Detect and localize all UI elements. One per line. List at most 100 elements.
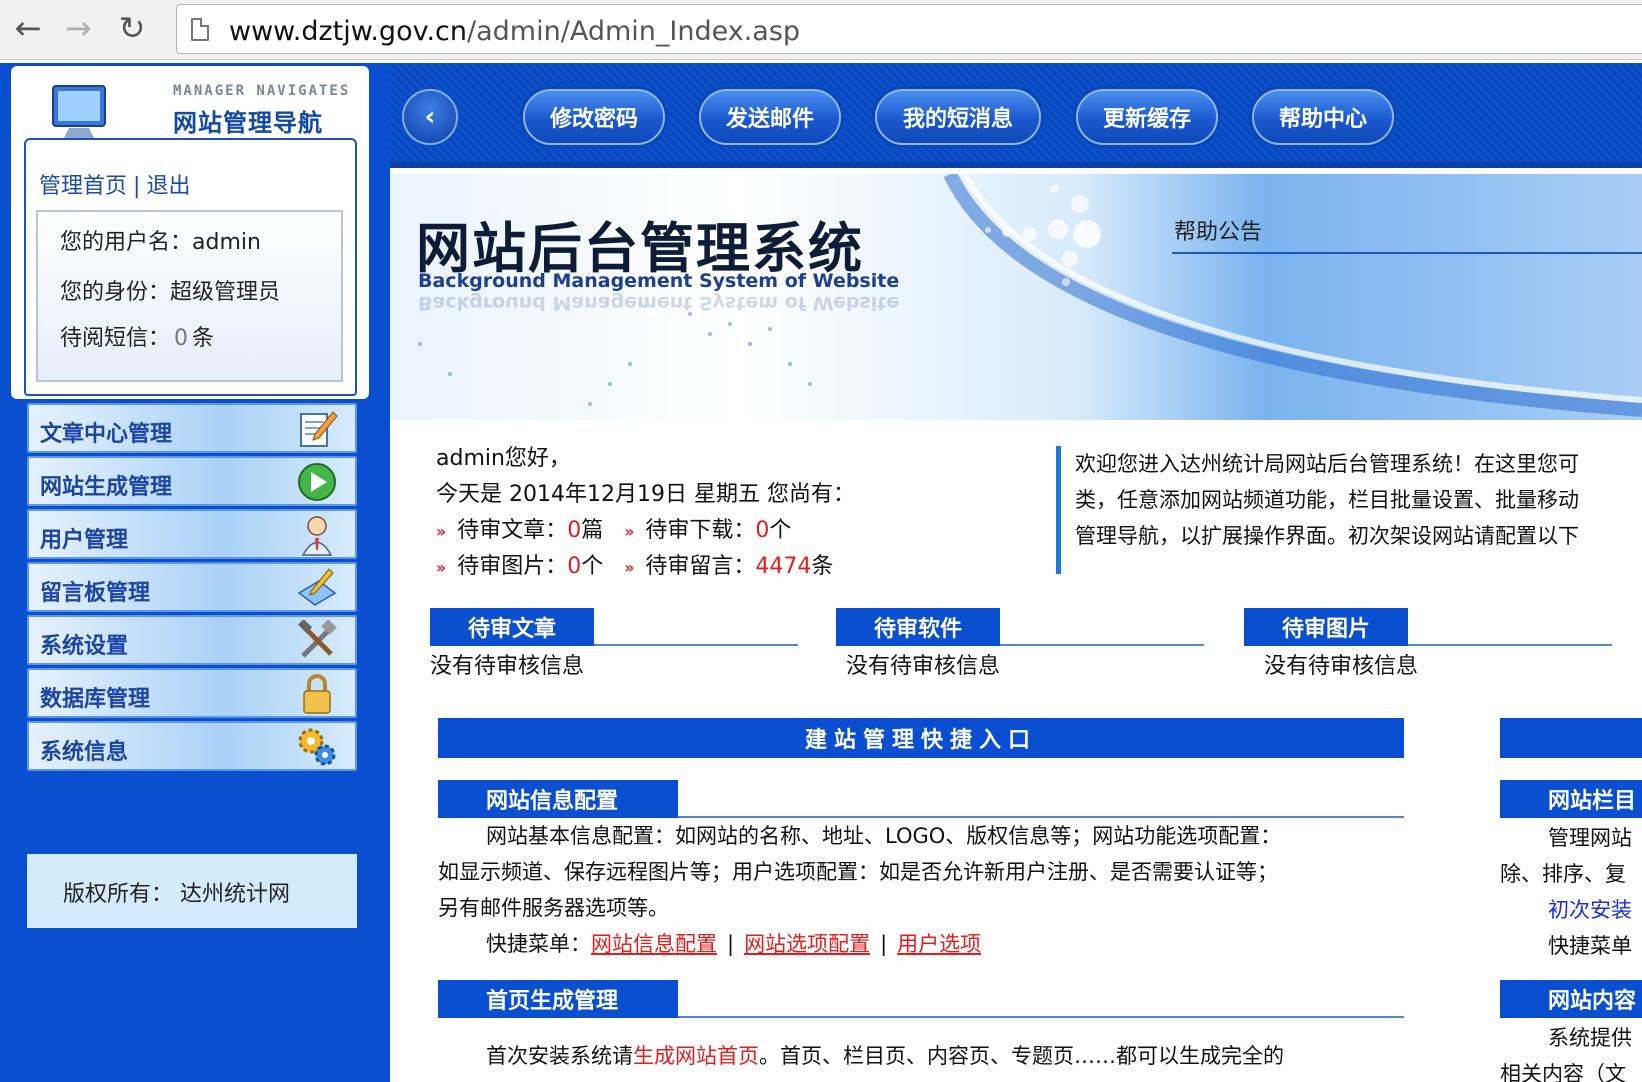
update-cache-button[interactable]: 更新缓存 bbox=[1076, 89, 1218, 145]
my-messages-button[interactable]: 我的短消息 bbox=[875, 89, 1041, 145]
pending-images-unit: 个 bbox=[581, 554, 604, 579]
description-line: 首次安装系统请生成网站首页。首页、栏目页、内容页、专题页……都可以生成完全的 bbox=[438, 1038, 1404, 1074]
welcome-line: 类，任意添加网站频道功能，栏目批量设置、批量移动 bbox=[1075, 488, 1579, 512]
copyright-text: 版权所有： 达州统计网 bbox=[63, 882, 290, 907]
address-bar[interactable]: www.dztjw.gov.cn/admin/Admin_Index.asp bbox=[176, 4, 1642, 54]
sidebar-item-label: 系统设置 bbox=[40, 634, 129, 659]
right-description-line: 管理网站 bbox=[1548, 826, 1632, 850]
edit-document-icon bbox=[300, 411, 338, 447]
right-description-line: 系统提供 bbox=[1548, 1026, 1632, 1050]
site-config-section-header: 网站信息配置 bbox=[438, 780, 1404, 818]
user-options-link[interactable]: 用户选项 bbox=[897, 932, 981, 956]
sidebar: MANAGER NAVIGATES 网站管理导航 管理首页 | 退出 您的用户名：a… bbox=[0, 63, 390, 1082]
pending-messages-label: 待审留言： bbox=[645, 554, 756, 579]
description-line: 网站基本信息配置：如网站的名称、地址、LOGO、版权信息等；网站功能选项配置： bbox=[486, 824, 1282, 848]
username-row: 您的用户名：admin bbox=[60, 224, 261, 256]
pending-images-label: 待审图片： bbox=[457, 554, 568, 579]
empty-message: 没有待审核信息 bbox=[1264, 654, 1419, 679]
pending-articles-panel: 待审文章 bbox=[430, 608, 798, 646]
unread-count: 0 bbox=[174, 326, 189, 351]
role-row: 您的身份：超级管理员 bbox=[60, 274, 280, 306]
pending-images-count: 0 bbox=[567, 554, 582, 579]
banner-subtitle-reflection: Background Management System of Website bbox=[418, 292, 900, 314]
user-card: 管理首页 | 退出 您的用户名：admin 您的身份：超级管理员 待阅短信： 0 条 bbox=[24, 138, 357, 396]
url-path: /admin/Admin_Index.asp bbox=[467, 16, 801, 47]
sidebar-item-users[interactable]: 用户管理 bbox=[27, 509, 357, 559]
url-text[interactable]: www.dztjw.gov.cn/admin/Admin_Index.asp bbox=[229, 16, 800, 47]
admin-home-link[interactable]: 管理首页 bbox=[39, 174, 127, 199]
pending-row-2: ›› 待审图片：0个 ›› 待审留言：4474条 bbox=[436, 548, 833, 580]
arrow-left-icon[interactable]: ← bbox=[8, 8, 48, 48]
double-arrow-icon: ›› bbox=[624, 558, 634, 577]
pending-software-panel: 待审软件 bbox=[836, 608, 1204, 646]
sidebar-header: MANAGER NAVIGATES 网站管理导航 管理首页 | 退出 您的用户名：a… bbox=[11, 66, 369, 399]
right-description-line: 除、排序、复 bbox=[1500, 862, 1626, 886]
homepage-gen-section-header: 首页生成管理 bbox=[438, 980, 1404, 1018]
section-title: 网站内容 bbox=[1500, 980, 1642, 1018]
section-title: 网站栏目 bbox=[1500, 780, 1642, 818]
pending-images-panel: 待审图片 bbox=[1244, 608, 1612, 646]
arrow-right-icon[interactable]: → bbox=[58, 8, 98, 48]
site-config-description: 网站基本信息配置：如网站的名称、地址、LOGO、版权信息等；网站功能选项配置： … bbox=[438, 818, 1404, 962]
unread-row: 待阅短信： 0 条 bbox=[60, 320, 214, 352]
panel-title[interactable]: 待审图片 bbox=[1244, 608, 1408, 646]
date-line: 今天是 2014年12月19日 星期五 您尚有： bbox=[436, 482, 855, 507]
site-options-config-link[interactable]: 网站选项配置 bbox=[744, 932, 870, 956]
banner-subtitle: Background Management System of Website bbox=[418, 270, 900, 292]
link-separator: | bbox=[133, 174, 141, 199]
help-center-button[interactable]: 帮助中心 bbox=[1252, 89, 1394, 145]
pending-row-1: ›› 待审文章：0篇 ›› 待审下载：0个 bbox=[436, 512, 791, 544]
sidebar-item-label: 数据库管理 bbox=[40, 687, 151, 712]
banner: 网站后台管理系统 Background Management System of… bbox=[390, 174, 1642, 420]
gears-icon bbox=[298, 728, 336, 766]
top-toolbar: ‹ 修改密码 发送邮件 我的短消息 更新缓存 帮助中心 bbox=[390, 63, 1642, 168]
generate-homepage-link[interactable]: 生成网站首页 bbox=[633, 1044, 759, 1068]
right-title-bar bbox=[1500, 718, 1642, 758]
role-value: 超级管理员 bbox=[170, 280, 281, 305]
site-columns-section-header: 网站栏目 bbox=[1500, 780, 1642, 818]
sidebar-item-label: 用户管理 bbox=[40, 528, 129, 553]
logout-link[interactable]: 退出 bbox=[146, 174, 190, 199]
sidebar-item-database[interactable]: 数据库管理 bbox=[27, 668, 357, 718]
logo-subtitle: MANAGER NAVIGATES bbox=[173, 83, 351, 99]
site-info-config-link[interactable]: 网站信息配置 bbox=[591, 932, 717, 956]
unread-label: 待阅短信： bbox=[60, 326, 171, 351]
sidebar-item-system-settings[interactable]: 系统设置 bbox=[27, 615, 357, 665]
description-line: 另有邮件服务器选项等。 bbox=[438, 896, 669, 920]
homepage-gen-description: 首次安装系统请生成网站首页。首页、栏目页、内容页、专题页……都可以生成完全的 bbox=[438, 1038, 1404, 1074]
empty-message: 没有待审核信息 bbox=[846, 654, 1001, 679]
panel-title[interactable]: 待审软件 bbox=[836, 608, 1000, 646]
reload-icon[interactable]: ↻ bbox=[112, 8, 152, 48]
sidebar-item-system-info[interactable]: 系统信息 bbox=[27, 721, 357, 771]
change-password-button[interactable]: 修改密码 bbox=[523, 89, 665, 145]
first-install-link[interactable]: 初次安装 bbox=[1500, 894, 1632, 924]
main-content: admin您好， 今天是 2014年12月19日 星期五 您尚有： ›› 待审文章… bbox=[390, 420, 1642, 1082]
quick-entry-title-bar: 建站管理快捷入口 bbox=[438, 718, 1404, 758]
role-label: 您的身份： bbox=[60, 280, 171, 305]
link-separator: | bbox=[880, 932, 888, 956]
sidebar-item-articles[interactable]: 文章中心管理 bbox=[27, 403, 357, 453]
sidebar-item-label: 留言板管理 bbox=[40, 581, 151, 606]
site-content-section-header: 网站内容 bbox=[1500, 980, 1642, 1018]
right-shortcut-label: 快捷菜单 bbox=[1548, 934, 1632, 958]
unread-unit: 条 bbox=[192, 326, 215, 351]
logo-title: 网站管理导航 bbox=[173, 109, 323, 137]
sidebar-item-label: 系统信息 bbox=[40, 740, 129, 765]
welcome-line: 欢迎您进入达州统计局网站后台管理系统！在这里您可 bbox=[1075, 452, 1579, 476]
user-info-panel: 您的用户名：admin 您的身份：超级管理员 待阅短信： 0 条 bbox=[36, 210, 343, 382]
sidebar-item-label: 文章中心管理 bbox=[40, 422, 173, 447]
text-suffix: 。首页、栏目页、内容页、专题页……都可以生成完全的 bbox=[759, 1044, 1284, 1068]
double-arrow-icon: ›› bbox=[436, 522, 446, 541]
sidebar-item-site-generation[interactable]: 网站生成管理 bbox=[27, 456, 357, 506]
collapse-sidebar-button[interactable]: ‹ bbox=[402, 89, 458, 145]
message-pencil-icon bbox=[297, 568, 337, 606]
username-value: admin bbox=[192, 230, 261, 255]
shortcut-menu: 快捷菜单：网站信息配置 | 网站选项配置 | 用户选项 bbox=[438, 926, 1404, 962]
panel-title[interactable]: 待审文章 bbox=[430, 608, 594, 646]
send-mail-button[interactable]: 发送邮件 bbox=[699, 89, 841, 145]
link-separator: | bbox=[727, 932, 735, 956]
greeting-line: admin您好， bbox=[436, 446, 571, 471]
right-description-line: 相关内容（文 bbox=[1500, 1062, 1626, 1082]
sidebar-item-guestbook[interactable]: 留言板管理 bbox=[27, 562, 357, 612]
play-circle-icon bbox=[298, 463, 336, 501]
